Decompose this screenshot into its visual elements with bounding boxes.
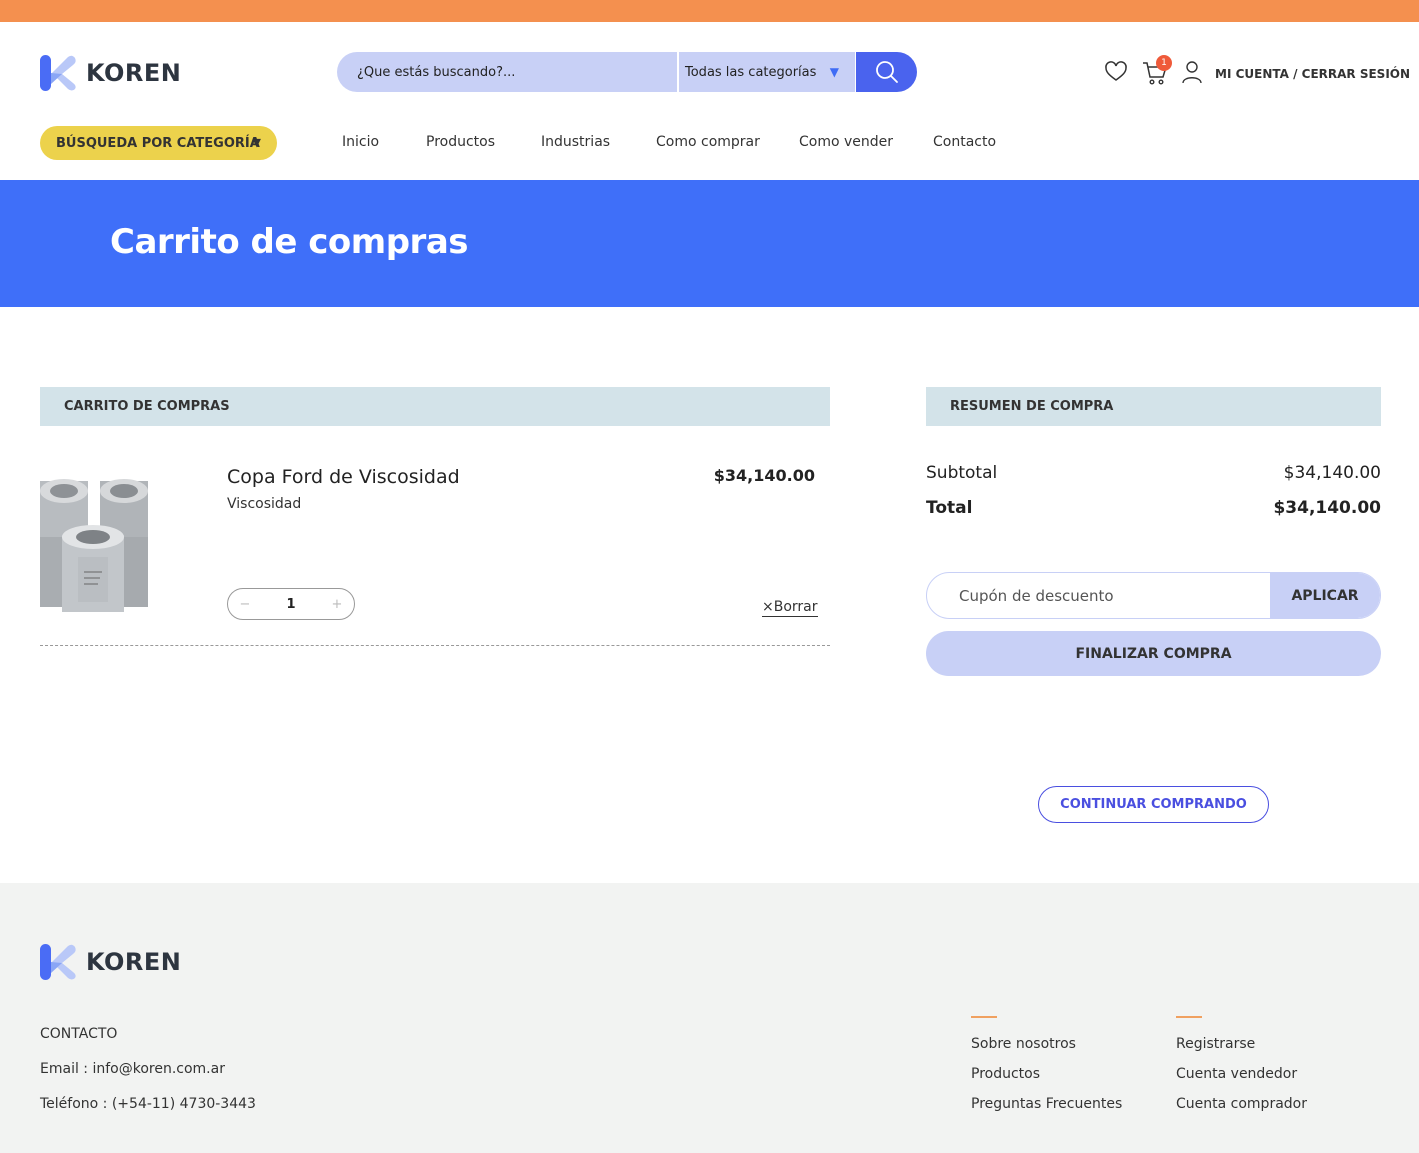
remove-item-button[interactable]: ×Borrar	[762, 599, 818, 617]
page-banner: Carrito de compras	[0, 180, 1419, 307]
search-bar: Todas las categorías ▼	[337, 52, 917, 92]
footer-link-registrarse[interactable]: Registrarse	[1176, 1036, 1307, 1052]
footer-link-cuenta-comprador[interactable]: Cuenta comprador	[1176, 1096, 1307, 1112]
search-input[interactable]	[337, 52, 677, 92]
apply-coupon-button[interactable]: APLICAR	[1270, 573, 1380, 618]
footer-logo[interactable]: KOREN	[40, 943, 181, 981]
footer-contact-heading: CONTACTO	[40, 1026, 118, 1042]
footer-link-sobre-nosotros[interactable]: Sobre nosotros	[971, 1036, 1122, 1052]
finalize-purchase-button[interactable]: FINALIZAR COMPRA	[926, 631, 1381, 676]
total-row: Total $34,140.00	[926, 498, 1381, 518]
koren-logo-icon	[40, 944, 76, 980]
summary-section-header: RESUMEN DE COMPRA	[926, 387, 1381, 426]
user-icon[interactable]	[1180, 60, 1204, 84]
top-accent-bar	[0, 0, 1419, 22]
footer-link-preguntas-frecuentes[interactable]: Preguntas Frecuentes	[971, 1096, 1122, 1112]
nav-item-como-vender[interactable]: Como vender	[799, 134, 893, 150]
footer-col-accent	[1176, 1016, 1202, 1018]
footer-links-col-2: Registrarse Cuenta vendedor Cuenta compr…	[1176, 1016, 1307, 1126]
cart-icon[interactable]: 1	[1142, 55, 1172, 85]
nav-item-como-comprar[interactable]: Como comprar	[656, 134, 760, 150]
product-price: $34,140.00	[713, 466, 815, 485]
continue-shopping-button[interactable]: CONTINUAR COMPRANDO	[1038, 786, 1269, 823]
category-select[interactable]: Todas las categorías ▼	[679, 52, 855, 92]
close-icon: ×	[762, 599, 774, 615]
search-icon	[875, 61, 898, 83]
caret-down-icon: ▼	[829, 65, 839, 79]
cart-item-divider	[40, 645, 830, 646]
page-title: Carrito de compras	[110, 222, 469, 262]
cart-heading: CARRITO DE COMPRAS	[64, 399, 230, 414]
search-button[interactable]	[856, 52, 917, 92]
increase-quantity-button[interactable]: +	[330, 597, 344, 612]
quantity-stepper: − 1 +	[227, 588, 355, 620]
product-category: Viscosidad	[227, 496, 302, 512]
brand-name: KOREN	[86, 59, 182, 87]
header-logo[interactable]: KOREN	[40, 54, 181, 92]
coupon-form: APLICAR	[926, 572, 1381, 619]
footer-col-accent	[971, 1016, 997, 1018]
decrease-quantity-button[interactable]: −	[238, 597, 252, 612]
account-logout-link[interactable]: MI CUENTA / CERRAR SESIÓN	[1215, 67, 1410, 81]
footer-link-cuenta-vendedor[interactable]: Cuenta vendedor	[1176, 1066, 1307, 1082]
nav-item-industrias[interactable]: Industrias	[541, 134, 610, 150]
nav-item-productos[interactable]: Productos	[426, 134, 495, 150]
footer-email[interactable]: Email : info@koren.com.ar	[40, 1061, 225, 1077]
cart-count-badge: 1	[1156, 55, 1172, 71]
product-name[interactable]: Copa Ford de Viscosidad	[227, 466, 460, 488]
cart-section-header: CARRITO DE COMPRAS	[40, 387, 830, 426]
nav-item-inicio[interactable]: Inicio	[342, 134, 379, 150]
header-icons: 1	[1104, 55, 1204, 85]
footer-link-productos[interactable]: Productos	[971, 1066, 1122, 1082]
subtotal-label: Subtotal	[926, 463, 998, 483]
quantity-value[interactable]: 1	[286, 597, 295, 612]
total-label: Total	[926, 498, 973, 518]
subtotal-row: Subtotal $34,140.00	[926, 463, 1381, 483]
brand-name: KOREN	[86, 948, 182, 976]
footer-links-col-1: Sobre nosotros Productos Preguntas Frecu…	[971, 1016, 1122, 1126]
category-select-label: Todas las categorías	[685, 64, 817, 80]
koren-logo-icon	[40, 55, 76, 91]
summary-heading: RESUMEN DE COMPRA	[950, 399, 1114, 414]
footer-phone[interactable]: Teléfono : (+54-11) 4730-3443	[40, 1096, 256, 1112]
nav-item-contacto[interactable]: Contacto	[933, 134, 996, 150]
caret-down-icon: ▼	[252, 136, 261, 149]
product-image[interactable]	[40, 477, 148, 612]
total-value: $34,140.00	[1273, 498, 1381, 518]
heart-icon[interactable]	[1104, 60, 1128, 84]
coupon-input[interactable]	[927, 573, 1272, 618]
remove-item-label: Borrar	[773, 599, 818, 615]
category-search-button[interactable]: BÚSQUEDA POR CATEGORÍA ▼	[40, 126, 277, 160]
subtotal-value: $34,140.00	[1283, 463, 1381, 483]
category-search-label: BÚSQUEDA POR CATEGORÍA	[56, 135, 260, 151]
